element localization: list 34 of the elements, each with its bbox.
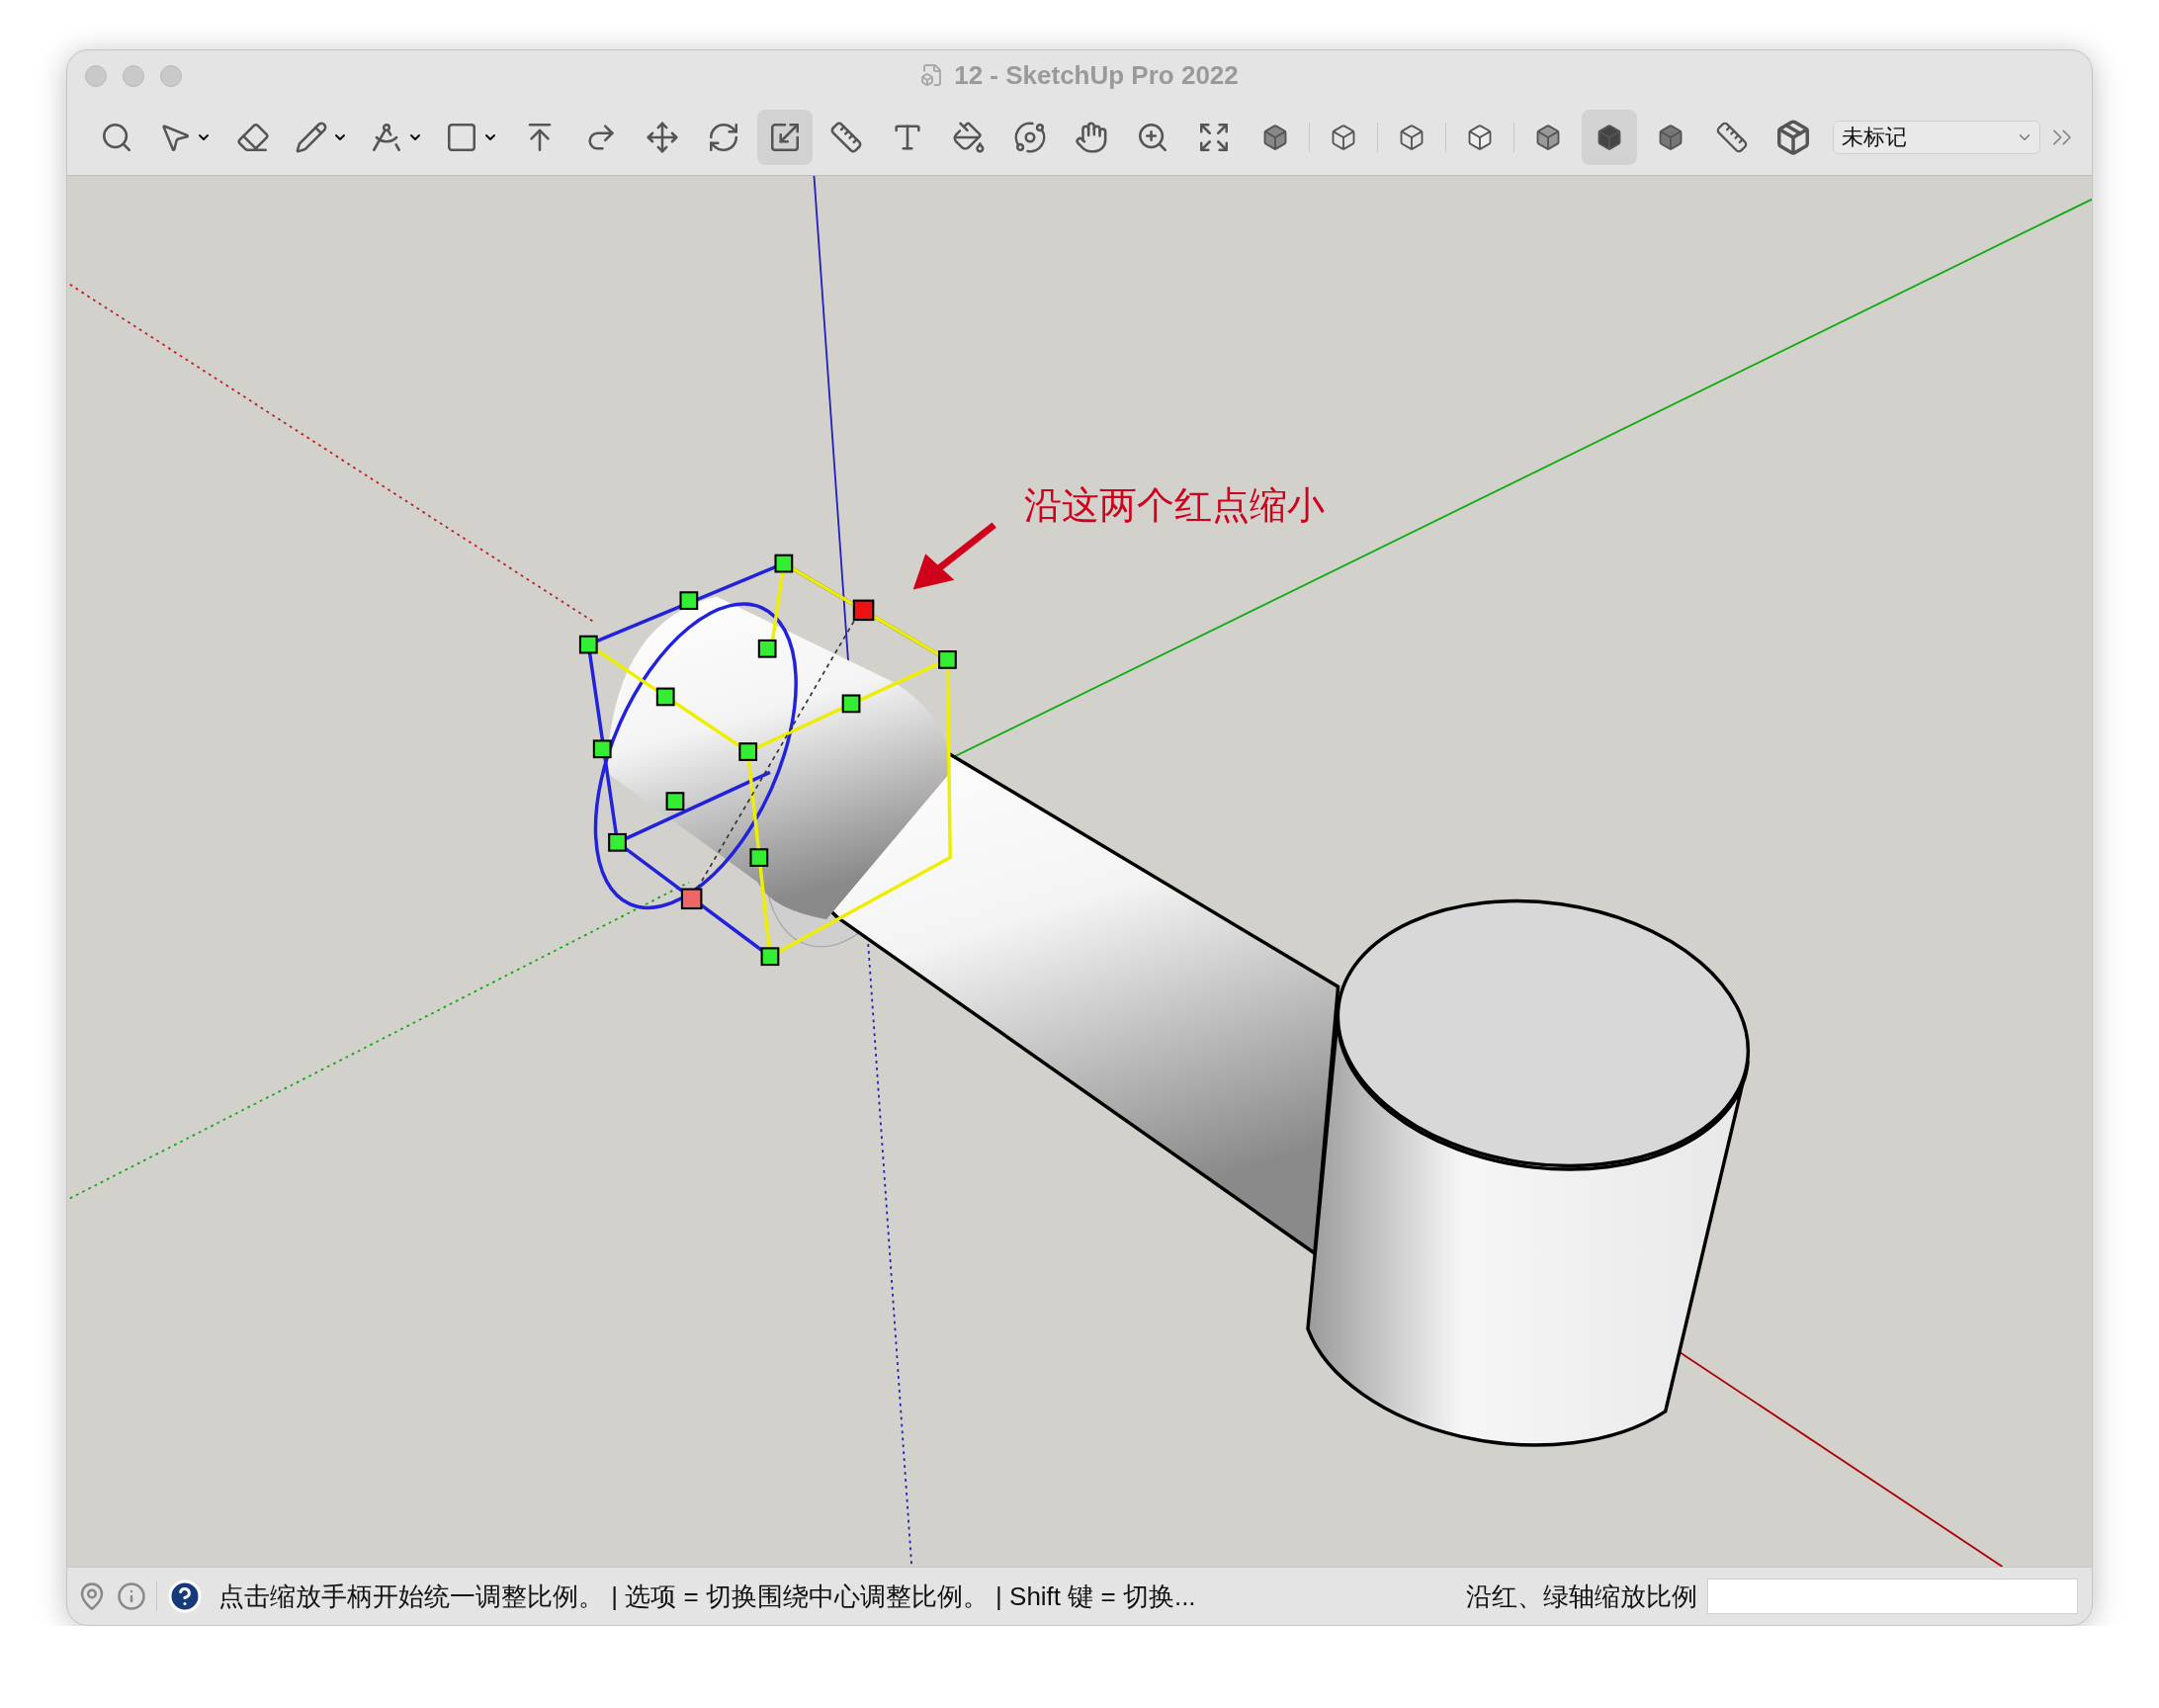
tool-button[interactable] (757, 110, 813, 165)
info-icon[interactable] (117, 1581, 146, 1611)
eraser-icon (236, 121, 270, 154)
tag-dropdown[interactable]: 未标记 (1833, 121, 2040, 154)
style-button[interactable] (1582, 110, 1637, 165)
dropdown-value: 未标记 (1842, 124, 1907, 151)
cube-icon (1330, 124, 1357, 151)
compass-icon (370, 121, 403, 154)
cube-icon (1466, 124, 1494, 151)
status-hint: 点击缩放手柄开始统一调整比例。 | 选项 = 切换围绕中心调整比例。 | Shift 键 = 切换... (218, 1580, 1196, 1613)
cube-icon (1596, 124, 1623, 151)
package-icon (1774, 119, 1812, 156)
annotation-text: 沿这两个红点缩小 (1024, 483, 1325, 528)
cube-icon (1534, 124, 1562, 151)
ruler-icon (829, 121, 863, 154)
zoom-icon (1136, 121, 1169, 154)
measurement-field[interactable] (1707, 1579, 2078, 1614)
hand-icon (1075, 121, 1108, 154)
paint-bucket-icon (952, 121, 986, 154)
square-icon (445, 121, 478, 154)
move-icon (646, 121, 679, 154)
cube-icon (1261, 124, 1289, 151)
window-title: 12 - SketchUp Pro 2022 (954, 59, 1239, 91)
pencil-icon (295, 121, 328, 154)
search-icon (100, 121, 133, 154)
help-icon[interactable] (167, 1579, 203, 1614)
measurement-label: 沿红、绿轴缩放比例 (1466, 1580, 1697, 1613)
expand-icon (1197, 121, 1231, 154)
scale-icon (768, 121, 802, 154)
ruler-icon (1715, 121, 1749, 154)
rotate-icon (707, 121, 740, 154)
orbit-icon (1013, 121, 1047, 154)
cube-icon (1398, 124, 1425, 151)
cube-icon (1657, 124, 1684, 151)
